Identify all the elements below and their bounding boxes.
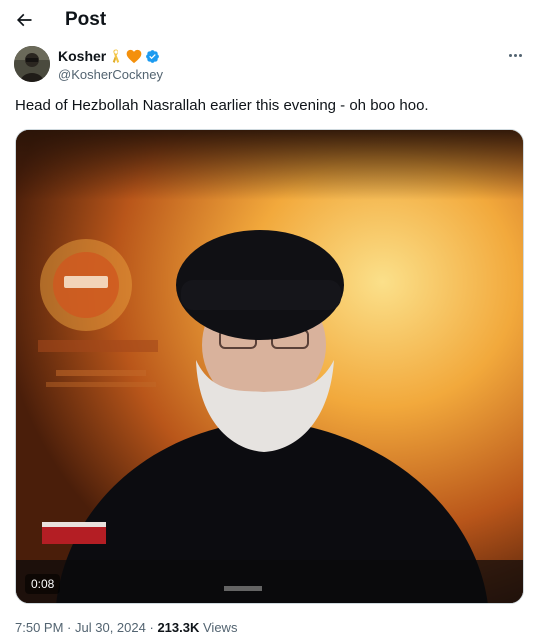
more-options-button[interactable] — [504, 47, 526, 63]
tweet-meta: 7:50 PM · Jul 30, 2024 · 213.3K Views — [15, 620, 238, 635]
arrow-left-icon — [16, 13, 32, 27]
page-title: Post — [65, 9, 107, 30]
verified-badge-icon — [146, 49, 160, 63]
views-count: 213.3K — [157, 620, 200, 635]
orange-heart-icon — [126, 49, 142, 63]
author-display-name[interactable]: Kosher — [58, 47, 106, 65]
tweet-time[interactable]: 7:50 PM — [15, 620, 63, 635]
video-frame — [16, 130, 523, 603]
author-handle[interactable]: @KosherCockney — [58, 67, 163, 83]
tweet-text: Head of Hezbollah Nasrallah earlier this… — [15, 97, 429, 114]
tweet-date[interactable]: Jul 30, 2024 — [75, 620, 146, 635]
author-name-row[interactable]: Kosher — [58, 47, 160, 65]
back-button[interactable] — [10, 6, 38, 34]
views-label: Views — [203, 620, 238, 635]
video-duration: 0:08 — [25, 574, 61, 594]
yellow-ribbon-icon — [113, 49, 120, 63]
top-bar: Post — [0, 0, 539, 40]
ellipsis-icon — [508, 53, 512, 57]
video-player[interactable]: 0:08 — [15, 129, 524, 604]
avatar[interactable] — [14, 46, 50, 82]
